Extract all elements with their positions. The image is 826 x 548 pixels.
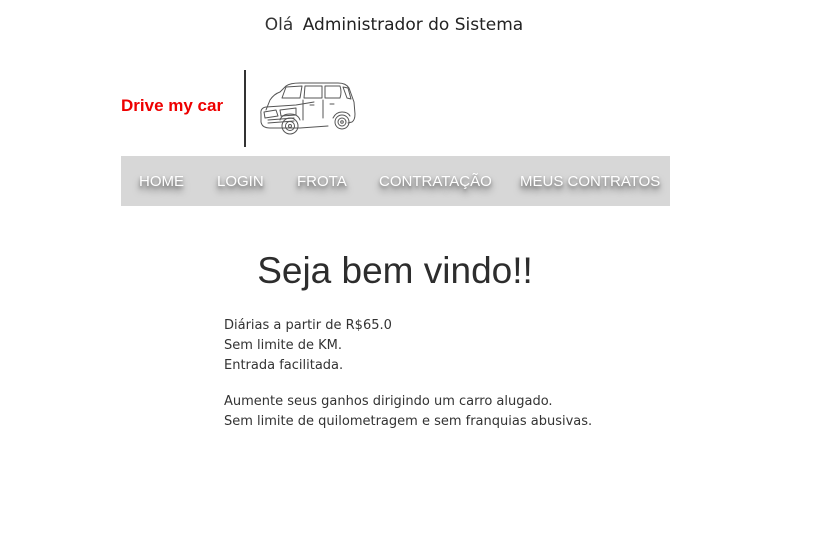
nav-home[interactable]: HOME — [139, 173, 184, 190]
greeting: Olá Administrador do Sistema — [0, 15, 788, 35]
user-name: Administrador do Sistema — [302, 15, 524, 35]
brand-name[interactable]: Drive my car — [121, 96, 223, 116]
car-icon[interactable] — [256, 78, 358, 138]
nav-meus-contratos[interactable]: MEUS CONTRATOS — [520, 173, 660, 190]
greeting-text: Olá — [264, 15, 294, 35]
page-title: Seja bem vindo!! — [257, 250, 533, 291]
main-nav: HOME LOGIN FROTA CONTRATAÇÃO MEUS CONTRA… — [121, 156, 670, 206]
brand-divider — [244, 70, 246, 147]
page: Olá Administrador do Sistema Drive my ca… — [0, 0, 826, 548]
nav-frota[interactable]: FROTA — [297, 173, 347, 190]
info-line-daily-rate: Diárias a partir de R$65.0 — [224, 318, 392, 333]
info-line-mileage: Sem limite de quilometragem e sem franqu… — [224, 414, 593, 429]
info-line-earnings: Aumente seus ganhos dirigindo um carro a… — [224, 394, 553, 409]
info-line-entry: Entrada facilitada. — [224, 358, 344, 373]
nav-login[interactable]: LOGIN — [217, 173, 264, 190]
nav-contratacao[interactable]: CONTRATAÇÃO — [379, 173, 492, 190]
info-text: Diárias a partir de R$65.0 Sem limite de… — [224, 316, 592, 432]
info-line-km: Sem limite de KM. — [224, 338, 343, 353]
